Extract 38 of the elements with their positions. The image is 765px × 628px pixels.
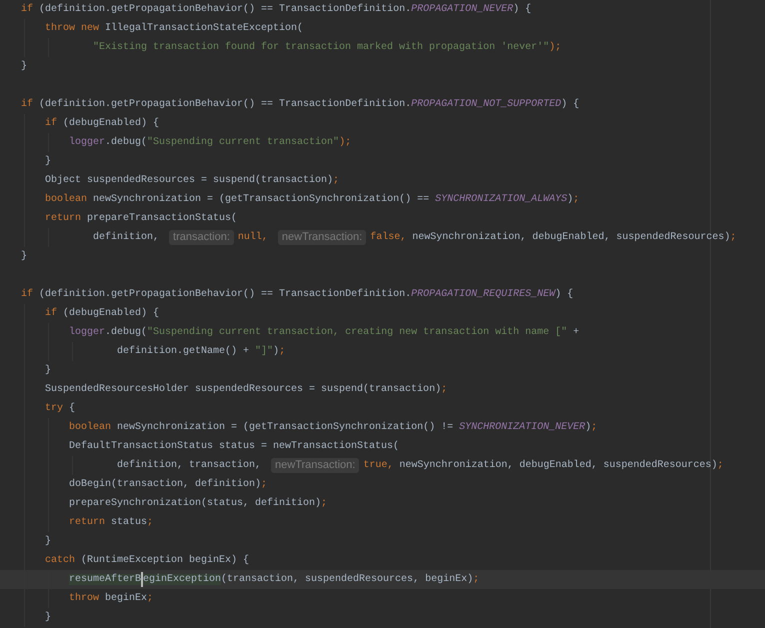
code-line: if (definition.getPropagationBehavior() == TransactionDefinition.PROPAGATION_NEVER) { [21, 2, 532, 17]
code-line: } [45, 364, 52, 378]
code-line: } [21, 60, 28, 74]
code-line: throw new IllegalTransactionStateException( [45, 22, 304, 36]
code-text: definition, transaction, [117, 458, 262, 473]
inlay-hint: transaction: [169, 230, 234, 245]
code-line: logger.debug("Suspending current transaction"); [69, 136, 352, 150]
code-text: eginException(transaction, suspendedResources, beginEx); [143, 572, 480, 587]
code-line: catch (RuntimeException beginEx) { [45, 554, 250, 568]
code-line: } [21, 250, 28, 264]
code-text: false, newSynchronization, debugEnabled, suspendedResources); [370, 230, 736, 245]
inlay-hint: newTransaction: [271, 458, 360, 473]
code-line: } [45, 154, 52, 169]
code-text: true, newSynchronization, debugEnabled, suspendedResources); [363, 458, 724, 473]
code-line: SuspendedResourcesHolder suspendedResources = suspend(transaction); [45, 382, 448, 397]
code-line: definition.getName() + "]"); [117, 344, 286, 359]
code-line: prepareSynchronization(status, definition); [69, 496, 328, 511]
inlay-hint: newTransaction: [278, 230, 366, 245]
code-line: doBegin(transaction, definition); [69, 478, 268, 492]
code-line: try { [45, 402, 76, 416]
code-line: if (definition.getPropagationBehavior() == TransactionDefinition.PROPAGATION_NOT_SUPPORTED) { [21, 98, 580, 112]
code-line: if (debugEnabled) { [45, 306, 160, 321]
code-text: null, [238, 230, 269, 245]
code-line: throw beginEx; [69, 592, 154, 606]
code-line: logger.debug("Suspending current transaction, creating new transaction with name [" + [69, 326, 580, 340]
code-line: } [45, 610, 52, 625]
code-text: definition, [93, 230, 160, 245]
code-line: "Existing transaction found for transaction marked with propagation 'never'"); [93, 40, 562, 55]
code-line: boolean newSynchronization = (getTransactionSynchronization() != SYNCHRONIZATION_NEVER); [69, 420, 598, 435]
code-line: boolean newSynchronization = (getTransactionSynchronization() == SYNCHRONIZATION_ALWAYS); [45, 192, 580, 207]
code-line: return status; [69, 516, 154, 530]
code-line: if (debugEnabled) { [45, 116, 160, 131]
code-line: DefaultTransactionStatus status = newTransactionStatus( [69, 440, 400, 454]
code-line: if (definition.getPropagationBehavior() == TransactionDefinition.PROPAGATION_REQUIRES_NEW) { [21, 288, 574, 302]
code-line: Object suspendedResources = suspend(transaction); [45, 174, 340, 188]
code-text: resumeAfterB [69, 572, 142, 587]
code-line: } [45, 534, 52, 549]
code-line: return prepareTransactionStatus( [45, 212, 238, 226]
